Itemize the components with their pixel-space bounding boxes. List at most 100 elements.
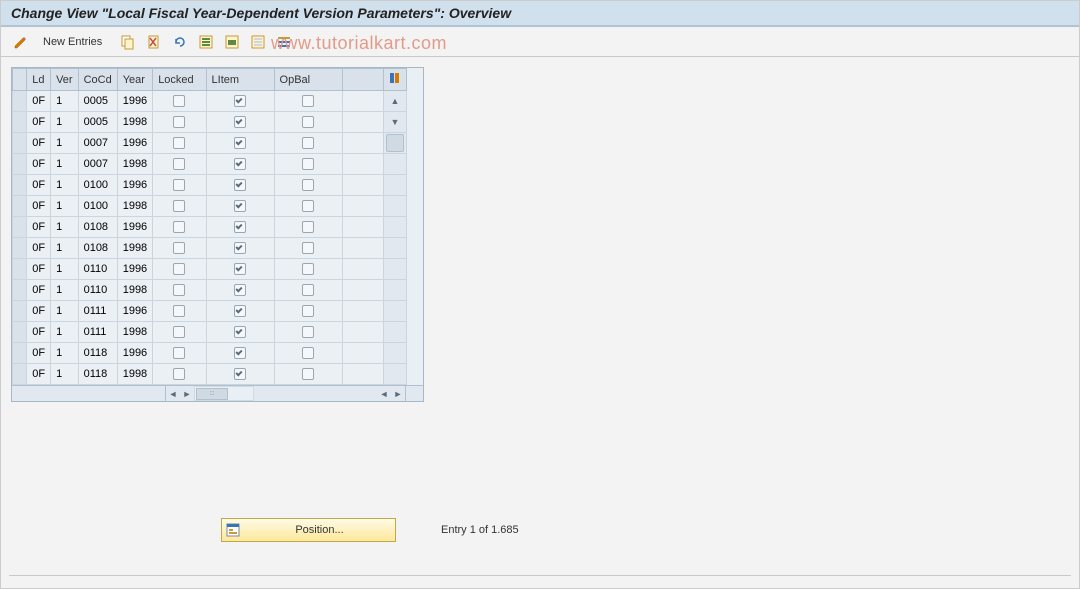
row-selector[interactable]	[13, 322, 27, 343]
cell-year[interactable]: 1998	[117, 154, 152, 175]
locked-checkbox[interactable]	[173, 200, 185, 212]
cell-cocd[interactable]: 0005	[78, 91, 117, 112]
cell-ld[interactable]: 0F	[27, 238, 51, 259]
cell-year[interactable]: 1996	[117, 133, 152, 154]
locked-checkbox[interactable]	[173, 179, 185, 191]
display-change-toggle-icon[interactable]	[11, 32, 31, 52]
cell-cocd[interactable]: 0118	[78, 343, 117, 364]
cell-ld[interactable]: 0F	[27, 343, 51, 364]
cell-ver[interactable]: 1	[51, 259, 79, 280]
cell-ver[interactable]: 1	[51, 280, 79, 301]
cell-ld[interactable]: 0F	[27, 259, 51, 280]
vscroll-thumb[interactable]	[383, 133, 406, 154]
cell-extra[interactable]	[343, 154, 384, 175]
litem-checkbox[interactable]	[234, 137, 246, 149]
hscroll-left-arrow[interactable]: ◄	[166, 386, 180, 401]
opbal-checkbox[interactable]	[302, 284, 314, 296]
col-header-year[interactable]: Year	[117, 69, 152, 91]
litem-checkbox[interactable]	[234, 200, 246, 212]
row-selector[interactable]	[13, 112, 27, 133]
opbal-checkbox[interactable]	[302, 200, 314, 212]
cell-cocd[interactable]: 0110	[78, 259, 117, 280]
cell-extra[interactable]	[343, 280, 384, 301]
litem-checkbox[interactable]	[234, 158, 246, 170]
locked-checkbox[interactable]	[173, 368, 185, 380]
opbal-checkbox[interactable]	[302, 137, 314, 149]
vscroll-track[interactable]	[383, 154, 406, 175]
litem-checkbox[interactable]	[234, 368, 246, 380]
cell-ver[interactable]: 1	[51, 364, 79, 385]
vscroll-track[interactable]	[383, 217, 406, 238]
row-selector[interactable]	[13, 91, 27, 112]
cell-extra[interactable]	[343, 343, 384, 364]
col-header-locked[interactable]: Locked	[153, 69, 206, 91]
cell-ld[interactable]: 0F	[27, 133, 51, 154]
cell-year[interactable]: 1996	[117, 301, 152, 322]
cell-ld[interactable]: 0F	[27, 154, 51, 175]
col-header-ver[interactable]: Ver	[51, 69, 79, 91]
deselect-all-icon[interactable]	[248, 32, 268, 52]
cell-ld[interactable]: 0F	[27, 322, 51, 343]
cell-year[interactable]: 1998	[117, 322, 152, 343]
cell-ld[interactable]: 0F	[27, 112, 51, 133]
cell-extra[interactable]	[343, 217, 384, 238]
table-configuration-icon[interactable]	[383, 69, 406, 91]
hscroll-thumb[interactable]: :::	[196, 388, 228, 400]
locked-checkbox[interactable]	[173, 137, 185, 149]
cell-cocd[interactable]: 0007	[78, 154, 117, 175]
col-header-opbal[interactable]: OpBal	[274, 69, 343, 91]
cell-ld[interactable]: 0F	[27, 280, 51, 301]
row-selector[interactable]	[13, 217, 27, 238]
cell-year[interactable]: 1996	[117, 343, 152, 364]
opbal-checkbox[interactable]	[302, 95, 314, 107]
litem-checkbox[interactable]	[234, 284, 246, 296]
new-entries-button[interactable]: New Entries	[37, 34, 108, 50]
row-selector[interactable]	[13, 301, 27, 322]
row-selector[interactable]	[13, 238, 27, 259]
locked-checkbox[interactable]	[173, 263, 185, 275]
cell-cocd[interactable]: 0007	[78, 133, 117, 154]
opbal-checkbox[interactable]	[302, 158, 314, 170]
vscroll-track[interactable]	[383, 238, 406, 259]
opbal-checkbox[interactable]	[302, 242, 314, 254]
opbal-checkbox[interactable]	[302, 305, 314, 317]
vscroll-track[interactable]	[383, 322, 406, 343]
cell-ver[interactable]: 1	[51, 238, 79, 259]
cell-ld[interactable]: 0F	[27, 217, 51, 238]
undo-change-icon[interactable]	[170, 32, 190, 52]
cell-ld[interactable]: 0F	[27, 196, 51, 217]
cell-ver[interactable]: 1	[51, 343, 79, 364]
litem-checkbox[interactable]	[234, 347, 246, 359]
cell-cocd[interactable]: 0111	[78, 301, 117, 322]
cell-cocd[interactable]: 0100	[78, 175, 117, 196]
cell-extra[interactable]	[343, 133, 384, 154]
select-block-icon[interactable]	[222, 32, 242, 52]
cell-extra[interactable]	[343, 112, 384, 133]
locked-checkbox[interactable]	[173, 221, 185, 233]
cell-ver[interactable]: 1	[51, 196, 79, 217]
hscroll-right-arrow[interactable]: ►	[180, 386, 194, 401]
vscroll-track[interactable]	[383, 196, 406, 217]
cell-ld[interactable]: 0F	[27, 175, 51, 196]
cell-year[interactable]: 1998	[117, 196, 152, 217]
opbal-checkbox[interactable]	[302, 347, 314, 359]
vscroll-up-arrow[interactable]: ▲	[383, 91, 406, 112]
hscroll-right-arrow-2[interactable]: ►	[391, 386, 405, 401]
cell-extra[interactable]	[343, 364, 384, 385]
cell-extra[interactable]	[343, 259, 384, 280]
cell-ver[interactable]: 1	[51, 217, 79, 238]
cell-extra[interactable]	[343, 175, 384, 196]
row-selector[interactable]	[13, 343, 27, 364]
cell-cocd[interactable]: 0108	[78, 217, 117, 238]
locked-checkbox[interactable]	[173, 242, 185, 254]
opbal-checkbox[interactable]	[302, 221, 314, 233]
opbal-checkbox[interactable]	[302, 116, 314, 128]
litem-checkbox[interactable]	[234, 242, 246, 254]
cell-extra[interactable]	[343, 322, 384, 343]
locked-checkbox[interactable]	[173, 326, 185, 338]
opbal-checkbox[interactable]	[302, 263, 314, 275]
litem-checkbox[interactable]	[234, 326, 246, 338]
select-all-rows[interactable]	[13, 69, 27, 91]
vscroll-down-arrow[interactable]: ▼	[383, 112, 406, 133]
position-button[interactable]: Position...	[221, 518, 396, 542]
